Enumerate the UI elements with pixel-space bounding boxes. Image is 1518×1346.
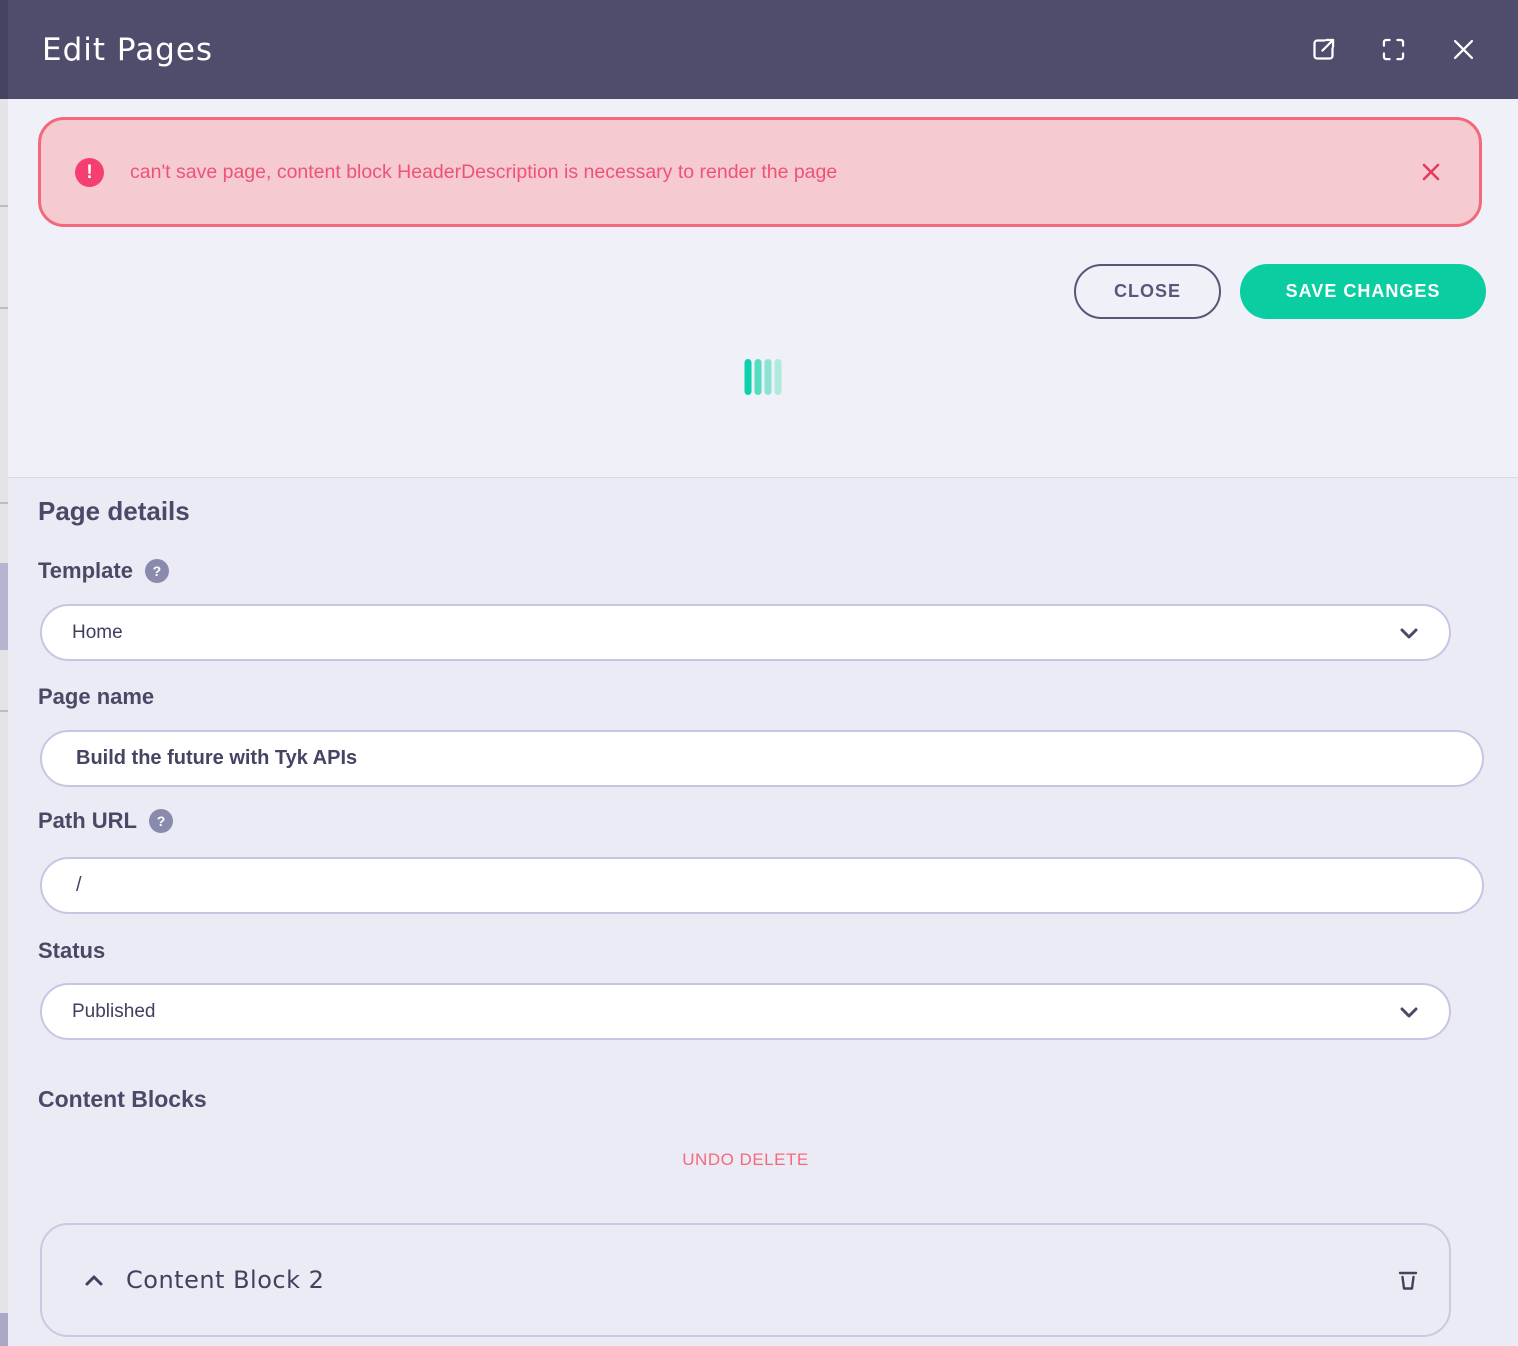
edit-pages-modal: Edit Pages ! can't save page, content bl…	[8, 0, 1518, 1346]
status-select-value: Published	[72, 1001, 155, 1023]
chevron-down-icon	[1395, 619, 1423, 647]
template-select[interactable]: Home	[40, 604, 1451, 661]
background-page-divider	[0, 307, 8, 309]
template-select-value: Home	[72, 622, 123, 644]
undo-delete-link[interactable]: UNDO DELETE	[682, 1150, 808, 1169]
header-icons	[1308, 0, 1478, 99]
page-name-input[interactable]	[40, 730, 1484, 787]
loading-indicator	[745, 359, 782, 395]
content-block-title: Content Block 2	[126, 1266, 324, 1294]
help-icon[interactable]: ?	[149, 809, 173, 833]
exclamation-icon: !	[75, 158, 104, 187]
close-icon[interactable]	[1448, 35, 1478, 65]
template-label: Template ?	[38, 558, 169, 584]
page-details-title: Page details	[38, 496, 190, 527]
background-page-divider	[0, 710, 8, 712]
loader-bar	[775, 359, 782, 395]
help-icon[interactable]: ?	[145, 559, 169, 583]
status-label: Status	[38, 938, 105, 964]
page-name-label: Page name	[38, 684, 154, 710]
fullscreen-icon[interactable]	[1378, 35, 1408, 65]
modal-action-section: ! can't save page, content block HeaderD…	[8, 99, 1518, 478]
loader-bar	[745, 359, 752, 395]
page-details-section: Page details Template ? Home Page name P…	[8, 478, 1518, 1346]
chevron-down-icon	[1395, 998, 1423, 1026]
modal-header: Edit Pages	[8, 0, 1518, 99]
content-block-panel: Content Block 2	[40, 1223, 1451, 1337]
trash-icon[interactable]	[1393, 1265, 1423, 1295]
background-page-divider	[0, 502, 8, 504]
error-alert: ! can't save page, content block HeaderD…	[38, 117, 1482, 227]
path-url-label: Path URL ?	[38, 808, 173, 834]
path-url-input[interactable]	[40, 857, 1484, 914]
background-page-divider	[0, 205, 8, 207]
error-alert-message: can't save page, content block HeaderDes…	[130, 161, 837, 184]
close-button[interactable]: CLOSE	[1074, 264, 1221, 319]
modal-title: Edit Pages	[42, 32, 213, 68]
alert-close-icon[interactable]	[1417, 158, 1445, 186]
background-page-edge-segment	[0, 1313, 8, 1346]
content-blocks-title: Content Blocks	[38, 1086, 207, 1113]
open-in-new-window-icon[interactable]	[1308, 35, 1338, 65]
background-page-edge	[0, 0, 8, 1346]
status-select[interactable]: Published	[40, 983, 1451, 1040]
undo-delete-wrap: UNDO DELETE	[40, 1150, 1451, 1170]
loader-bar	[755, 359, 762, 395]
background-page-edge-segment	[0, 563, 8, 650]
save-changes-button[interactable]: SAVE CHANGES	[1240, 264, 1486, 319]
action-buttons: CLOSE SAVE CHANGES	[1074, 264, 1486, 319]
chevron-up-icon[interactable]	[80, 1266, 108, 1294]
background-page-edge-segment	[0, 0, 8, 99]
loader-bar	[765, 359, 772, 395]
